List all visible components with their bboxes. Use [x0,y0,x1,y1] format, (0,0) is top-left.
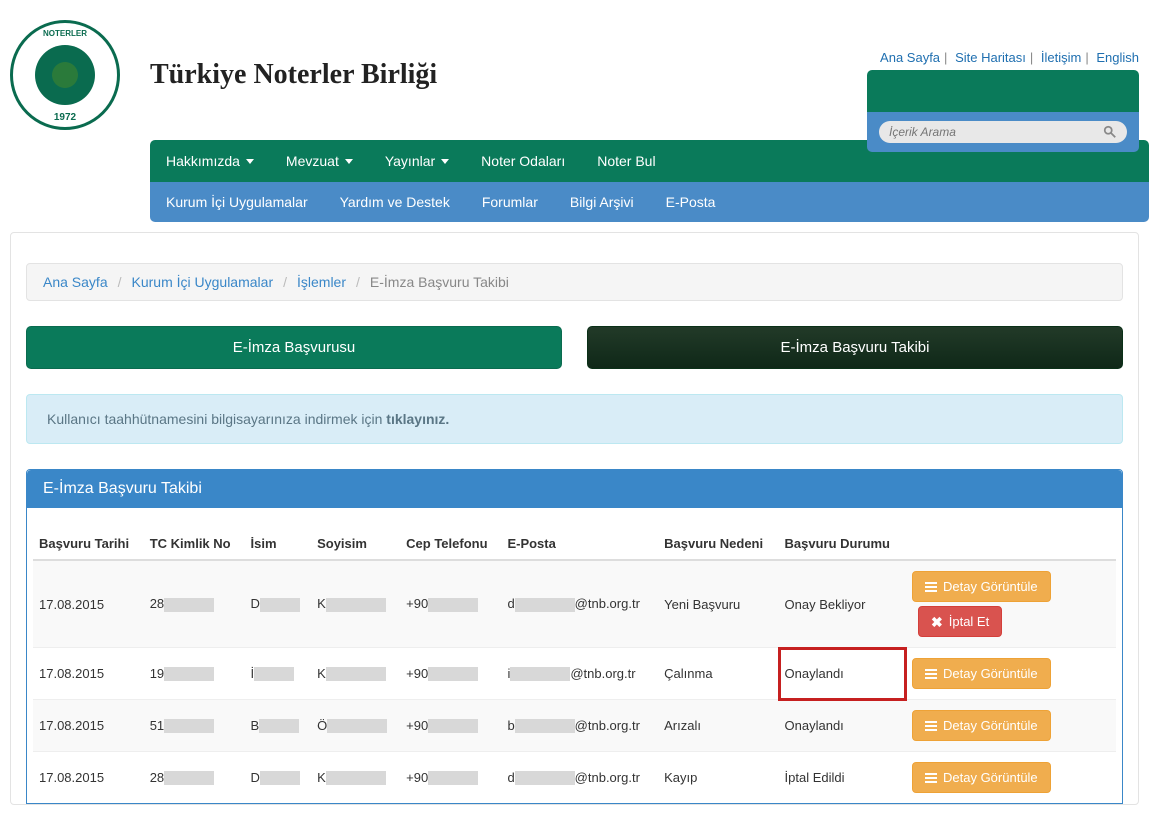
cell-isim: B [244,700,311,752]
cell-eposta: d@tnb.org.tr [501,560,658,648]
breadcrumb-kurum[interactable]: Kurum İçi Uygulamalar [132,274,274,290]
table-row: 17.08.201519İK+90i@tnb.org.trÇalınmaOnay… [33,648,1116,700]
caret-icon [246,159,254,164]
cell-actions: Detay Görüntüle [906,752,1116,804]
breadcrumb-home[interactable]: Ana Sayfa [43,274,108,290]
logo-ring-text-bottom: 1972 [13,112,117,123]
link-english[interactable]: English [1096,50,1139,65]
nav-secondary-item-1[interactable]: Yardım ve Destek [324,182,466,222]
breadcrumb: Ana Sayfa/ Kurum İçi Uygulamalar/ İşleml… [26,263,1123,301]
cell-actions: Detay Görüntüle [906,700,1116,752]
table-row: 17.08.201528DK+90d@tnb.org.trYeni Başvur… [33,560,1116,648]
cell-actions: Detay Görüntüle [906,648,1116,700]
search-input[interactable] [889,125,1103,139]
logo: NOTERLER 1972 [10,20,120,130]
cell-cep: +90 [400,648,501,700]
col-header: Başvuru Durumu [779,528,906,560]
breadcrumb-islemler[interactable]: İşlemler [297,274,346,290]
col-header: Soyisim [311,528,400,560]
nav-primary-item-2[interactable]: Yayınlar [369,140,465,182]
cell-tc: 19 [144,648,245,700]
cell-neden: Çalınma [658,648,778,700]
cell-date: 17.08.2015 [33,752,144,804]
cell-soyisim: K [311,752,400,804]
logo-emblem [35,45,95,105]
cell-cep: +90 [400,700,501,752]
caret-icon [345,159,353,164]
col-header: Cep Telefonu [400,528,501,560]
cell-neden: Arızalı [658,700,778,752]
cell-date: 17.08.2015 [33,648,144,700]
cancel-button[interactable]: ✖ İptal Et [918,606,1002,637]
cell-isim: İ [244,648,311,700]
col-header: TC Kimlik No [144,528,245,560]
breadcrumb-current: E-İmza Başvuru Takibi [370,274,509,290]
cell-date: 17.08.2015 [33,700,144,752]
nav-secondary-item-4[interactable]: E-Posta [650,182,732,222]
link-sitemap[interactable]: Site Haritası [955,50,1026,65]
nav-secondary-item-2[interactable]: Forumlar [466,182,554,222]
caret-icon [441,159,449,164]
cell-eposta: i@tnb.org.tr [501,648,658,700]
logo-ring-text-top: NOTERLER [13,29,117,38]
cell-durum: Onay Bekliyor [779,560,906,648]
nav-primary-item-4[interactable]: Noter Bul [581,140,671,182]
nav-secondary-item-3[interactable]: Bilgi Arşivi [554,182,650,222]
info-link[interactable]: tıklayınız. [386,411,449,427]
table-row: 17.08.201551BÖ+90b@tnb.org.trArızalıOnay… [33,700,1116,752]
panel-title: E-İmza Başvuru Takibi [27,470,1122,508]
col-header: İsim [244,528,311,560]
nav-secondary-item-0[interactable]: Kurum İçi Uygulamalar [150,182,324,222]
cell-durum: Onaylandı [779,648,906,700]
detail-button[interactable]: Detay Görüntüle [912,710,1051,741]
nav-primary-item-0[interactable]: Hakkımızda [150,140,270,182]
search-top-bg [867,70,1139,112]
nav-primary-item-1[interactable]: Mevzuat [270,140,369,182]
cell-durum: Onaylandı [779,700,906,752]
link-home[interactable]: Ana Sayfa [880,50,940,65]
nav-primary-item-3[interactable]: Noter Odaları [465,140,581,182]
page-title: Türkiye Noterler Birliği [150,59,437,91]
cell-tc: 51 [144,700,245,752]
list-icon [925,669,937,679]
cell-date: 17.08.2015 [33,560,144,648]
col-header: Başvuru Tarihi [33,528,144,560]
cell-neden: Kayıp [658,752,778,804]
cell-tc: 28 [144,752,245,804]
cell-eposta: b@tnb.org.tr [501,700,658,752]
detail-button[interactable]: Detay Görüntüle [912,571,1051,602]
cell-eposta: d@tnb.org.tr [501,752,658,804]
list-icon [925,773,937,783]
cell-soyisim: K [311,560,400,648]
tab-eimza-takibi[interactable]: E-İmza Başvuru Takibi [587,326,1123,369]
table-row: 17.08.201528DK+90d@tnb.org.trKayıpİptal … [33,752,1116,804]
search-box[interactable] [879,121,1127,143]
info-box: Kullanıcı taahhütnamesini bilgisayarınız… [26,394,1123,444]
close-icon: ✖ [931,617,943,627]
nav-secondary: Kurum İçi UygulamalarYardım ve DestekFor… [150,182,1149,222]
list-icon [925,721,937,731]
cell-cep: +90 [400,560,501,648]
applications-table: Başvuru TarihiTC Kimlik NoİsimSoyisimCep… [33,528,1116,803]
cell-actions: Detay Görüntüle ✖ İptal Et [906,560,1116,648]
info-text: Kullanıcı taahhütnamesini bilgisayarınız… [47,411,386,427]
cell-soyisim: K [311,648,400,700]
cell-soyisim: Ö [311,700,400,752]
list-icon [925,582,937,592]
col-header: Başvuru Nedeni [658,528,778,560]
detail-button[interactable]: Detay Görüntüle [912,762,1051,793]
cell-cep: +90 [400,752,501,804]
link-contact[interactable]: İletişim [1041,50,1081,65]
cell-isim: D [244,752,311,804]
top-links: Ana Sayfa| Site Haritası| İletişim| Engl… [880,50,1139,65]
cell-durum: İptal Edildi [779,752,906,804]
cell-neden: Yeni Başvuru [658,560,778,648]
cell-tc: 28 [144,560,245,648]
tab-eimza-basvurusu[interactable]: E-İmza Başvurusu [26,326,562,369]
col-header: E-Posta [501,528,658,560]
detail-button[interactable]: Detay Görüntüle [912,658,1051,689]
search-icon[interactable] [1103,125,1117,139]
cell-isim: D [244,560,311,648]
